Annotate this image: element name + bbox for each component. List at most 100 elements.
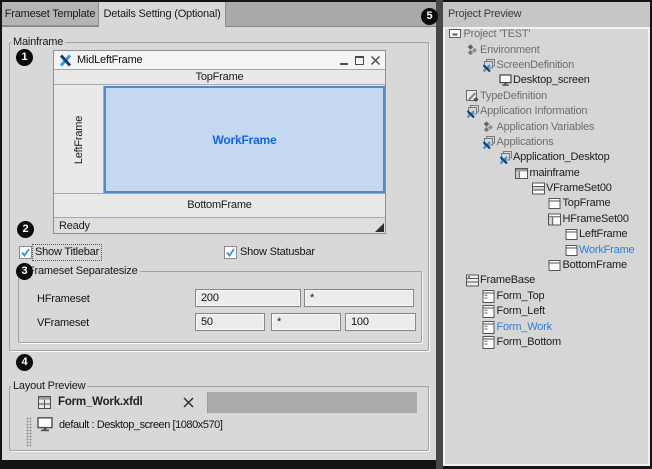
tree-item-label: Application_Desktop — [513, 151, 609, 164]
tree-item-form-top[interactable]: Form_Top — [445, 289, 648, 304]
form-icon — [482, 290, 495, 303]
tab-frameset-template[interactable]: Frameset Template — [2, 2, 99, 26]
tree-item-label: Applications — [497, 136, 554, 149]
diamonds-icon — [466, 44, 479, 57]
step-badge-2: 2 — [17, 221, 34, 238]
hframeset-input-1[interactable]: 200 — [195, 289, 301, 307]
show-titlebar-checkbox[interactable] — [19, 246, 32, 259]
tree-item-label: BottomFrame — [563, 259, 627, 272]
tree-item-vframeset00[interactable]: VFrameSet00 — [445, 181, 648, 196]
form-work-tab[interactable]: Form_Work.xfdl — [27, 392, 208, 413]
tree-item-label: Form_Left — [497, 305, 545, 318]
tree-item-screendefinition[interactable]: ScreenDefinition — [445, 58, 648, 73]
tree-item-label: ScreenDefinition — [497, 59, 575, 72]
tree-item-label: mainframe — [530, 167, 580, 180]
show-statusbar-checkbox[interactable] — [224, 246, 237, 259]
hframeset-icon — [548, 213, 561, 226]
diamonds-icon — [482, 121, 495, 134]
tree-item-label: TopFrame — [563, 197, 611, 210]
tree-item-hframeset00[interactable]: HFrameSet00 — [445, 212, 648, 227]
monitor-icon — [499, 74, 512, 87]
hframeset-input-2[interactable]: * — [304, 289, 414, 307]
vframeset-input-2[interactable]: * — [271, 313, 341, 331]
tab-close-icon[interactable] — [183, 397, 194, 408]
tree-item-form-left[interactable]: Form_Left — [445, 304, 648, 319]
preview-statusbar: Ready — [54, 217, 385, 233]
winx-icon — [466, 105, 479, 118]
step-badge-1: 1 — [16, 49, 33, 66]
x-logo-icon — [59, 54, 72, 67]
tree-item-label: Form_Work — [497, 321, 552, 334]
show-titlebar-label[interactable]: Show Titlebar — [33, 245, 101, 260]
form-work-tab-label: Form_Work.xfdl — [58, 392, 143, 413]
separatesize-groupbox: Frameset Separatesize HFrameset VFramese… — [18, 271, 422, 343]
tree-item-leftframe[interactable]: LeftFrame — [445, 227, 648, 242]
project-preview-header: Project Preview — [443, 2, 650, 27]
close-icon[interactable] — [371, 56, 380, 65]
tree-item-typedefinition[interactable]: TypeDefinition — [445, 89, 648, 104]
vframeset-input-3[interactable]: 100 — [345, 313, 416, 331]
tree-item-form-work[interactable]: Form_Work — [445, 319, 648, 334]
tree-item-label: Project 'TEST' — [464, 28, 531, 41]
tree-item-label: Form_Top — [497, 290, 545, 303]
monitor-icon — [37, 417, 54, 432]
layout-preview-grip[interactable] — [26, 417, 32, 447]
frameset-preview-window: MidLeftFrame TopFrame LeftFrame WorkFram… — [53, 50, 386, 234]
layout-preview-item[interactable]: default : Desktop_screen [1080x570] — [37, 416, 222, 433]
form-icon — [482, 336, 495, 349]
tree-item-label: Form_Bottom — [497, 336, 561, 349]
minimize-icon[interactable] — [340, 63, 348, 65]
winx-icon — [499, 151, 512, 164]
vframeset-icon — [532, 182, 545, 195]
preview-leftframe[interactable]: LeftFrame — [54, 86, 104, 193]
winx-icon — [482, 59, 495, 72]
tree-item-form-bottom[interactable]: Form_Bottom — [445, 335, 648, 350]
tree-item-bottomframe[interactable]: BottomFrame — [445, 258, 648, 273]
project-preview-panel: Project Preview Project 'TEST'Environmen… — [443, 2, 650, 466]
page-tabbar: Frameset Template Details Setting (Optio… — [2, 2, 436, 27]
tree-item-label: VFrameSet00 — [546, 182, 612, 195]
frame-icon — [548, 259, 561, 272]
typedef-icon — [466, 90, 479, 103]
vframeset-input-1[interactable]: 50 — [195, 313, 265, 331]
tree-item-mainframe[interactable]: mainframe — [445, 166, 648, 181]
step-badge-3: 3 — [16, 263, 33, 280]
frame-icon — [565, 228, 578, 241]
preview-workframe[interactable]: WorkFrame — [104, 86, 385, 193]
tree-item-application-variables[interactable]: Application Variables — [445, 119, 648, 134]
tree-item-label: WorkFrame — [579, 244, 634, 257]
tree-item-label: Desktop_screen — [513, 74, 590, 87]
tree-item-application-desktop[interactable]: Application_Desktop — [445, 150, 648, 165]
tree-item-application-information[interactable]: Application Information — [445, 104, 648, 119]
preview-middle: LeftFrame WorkFrame — [54, 86, 385, 193]
tree-item-framebase[interactable]: FrameBase — [445, 273, 648, 288]
tree-item-topframe[interactable]: TopFrame — [445, 196, 648, 211]
project-icon — [449, 28, 462, 41]
tree-item-environment[interactable]: Environment — [445, 42, 648, 57]
tab-details-setting[interactable]: Details Setting (Optional) — [99, 2, 226, 27]
framebase-icon — [466, 274, 479, 287]
vframeset-label: VFrameset — [37, 317, 117, 330]
form-grid-icon — [38, 396, 51, 409]
details-setting-page: Frameset Template Details Setting (Optio… — [2, 2, 436, 460]
maximize-icon[interactable] — [355, 56, 364, 65]
tree-item-desktop-screen[interactable]: Desktop_screen — [445, 73, 648, 88]
panel-divider[interactable] — [436, 0, 443, 469]
show-statusbar-label[interactable]: Show Statusbar — [238, 245, 317, 260]
mainframe-groupbox-label: Mainframe — [11, 36, 65, 49]
preview-topframe[interactable]: TopFrame — [54, 71, 385, 85]
tree-item-workframe[interactable]: WorkFrame — [445, 242, 648, 257]
preview-window-controls — [340, 51, 380, 70]
tree-item-label: LeftFrame — [579, 228, 627, 241]
tree-item-label: Application Information — [480, 105, 587, 118]
tree-item-project-test[interactable]: Project 'TEST' — [445, 27, 648, 42]
winx-icon — [482, 136, 495, 149]
tree-item-applications[interactable]: Applications — [445, 135, 648, 150]
tree-item-label: Application Variables — [497, 121, 595, 134]
tree-item-label: FrameBase — [480, 274, 535, 287]
preview-leftframe-label: LeftFrame — [73, 115, 85, 163]
preview-bottomframe[interactable]: BottomFrame — [54, 193, 385, 217]
form-icon — [482, 305, 495, 318]
layout-preview-tabbar: Form_Work.xfdl — [27, 392, 417, 413]
resize-grip-icon[interactable] — [375, 223, 384, 232]
